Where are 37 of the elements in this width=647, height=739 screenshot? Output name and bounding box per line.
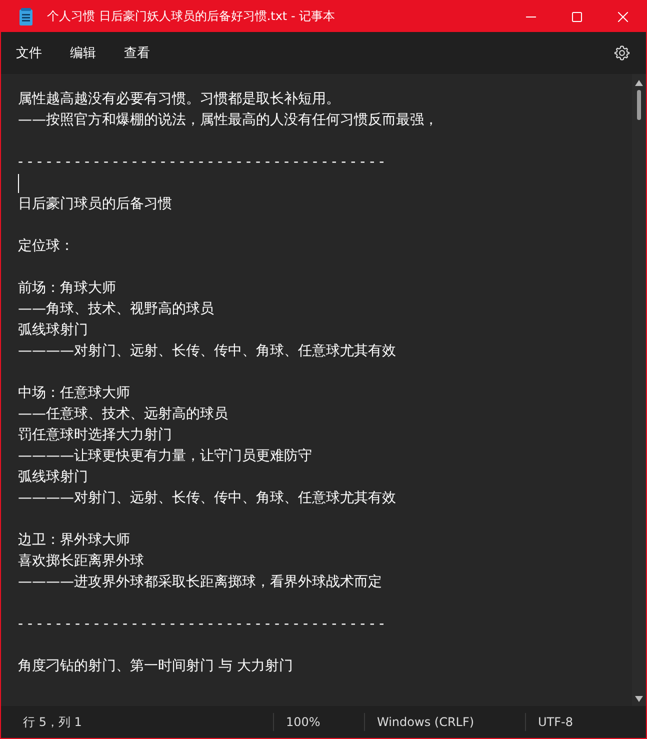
text-line: 中场：任意球大师	[18, 384, 131, 403]
text-line: 弧线球射门	[18, 321, 89, 340]
text-line: 喜欢掷长距离界外球	[18, 552, 145, 571]
text-line: - - - - - - - - - - - - - - - - - - - - - - - - - - - - - - - - - - - - - - -	[18, 153, 386, 172]
window-title: 个人习惯 日后豪门妖人球员的后备好习惯.txt - 记事本	[47, 8, 336, 25]
text-line: ——角球、技术、视野高的球员	[18, 300, 215, 319]
text-line: 弧线球射门	[18, 468, 89, 487]
scroll-thumb[interactable]	[637, 90, 641, 120]
text-line: 日后豪门球员的后备习惯	[18, 195, 173, 214]
text-line: ——任意球、技术、远射高的球员	[18, 405, 229, 424]
text-line: ————对射门、远射、长传、传中、角球、任意球尤其有效	[18, 489, 397, 508]
text-line: 罚任意球时选择大力射门	[18, 426, 173, 445]
scrollbar[interactable]	[632, 74, 646, 706]
scroll-up-icon[interactable]	[635, 80, 643, 86]
text-line: ————对射门、远射、长传、传中、角球、任意球尤其有效	[18, 342, 397, 361]
text-line: ————进攻界外球都采取长距离掷球，看界外球战术而定	[18, 573, 383, 592]
text-caret	[18, 174, 19, 193]
menu-item[interactable]: 编辑	[61, 40, 105, 66]
notepad-icon	[19, 8, 33, 26]
text-line: 定位球：	[18, 237, 75, 256]
text-line: 前场：角球大师	[18, 279, 117, 298]
text-line: ——按照官方和爆棚的说法，属性最高的人没有任何习惯反而最强，	[18, 111, 439, 130]
text-line: ————让球更快更有力量，让守门员更难防守	[18, 447, 313, 466]
text-line: - - - - - - - - - - - - - - - - - - - - - - - - - - - - - - - - - - - - - - -	[18, 615, 386, 634]
scroll-down-icon[interactable]	[635, 696, 643, 702]
settings-icon[interactable]	[614, 45, 630, 61]
text-line: 属性越高越没有必要有习惯。习惯都是取长补短用。	[18, 90, 341, 109]
cursor-position: 行 5，列 1	[22, 714, 83, 731]
text-line: 边卫：界外球大师	[18, 531, 131, 550]
text-line: 角度刁钻的射门、第一时间射门 与 大力射门	[18, 657, 294, 676]
close-icon	[618, 12, 628, 22]
menu-item[interactable]: 查看	[115, 40, 159, 66]
zoom-level: 100%	[273, 713, 364, 731]
maximize-icon	[572, 12, 582, 22]
menu-item[interactable]: 文件	[7, 40, 51, 66]
line-ending: Windows (CRLF)	[364, 713, 525, 731]
encoding: UTF-8	[525, 713, 573, 731]
